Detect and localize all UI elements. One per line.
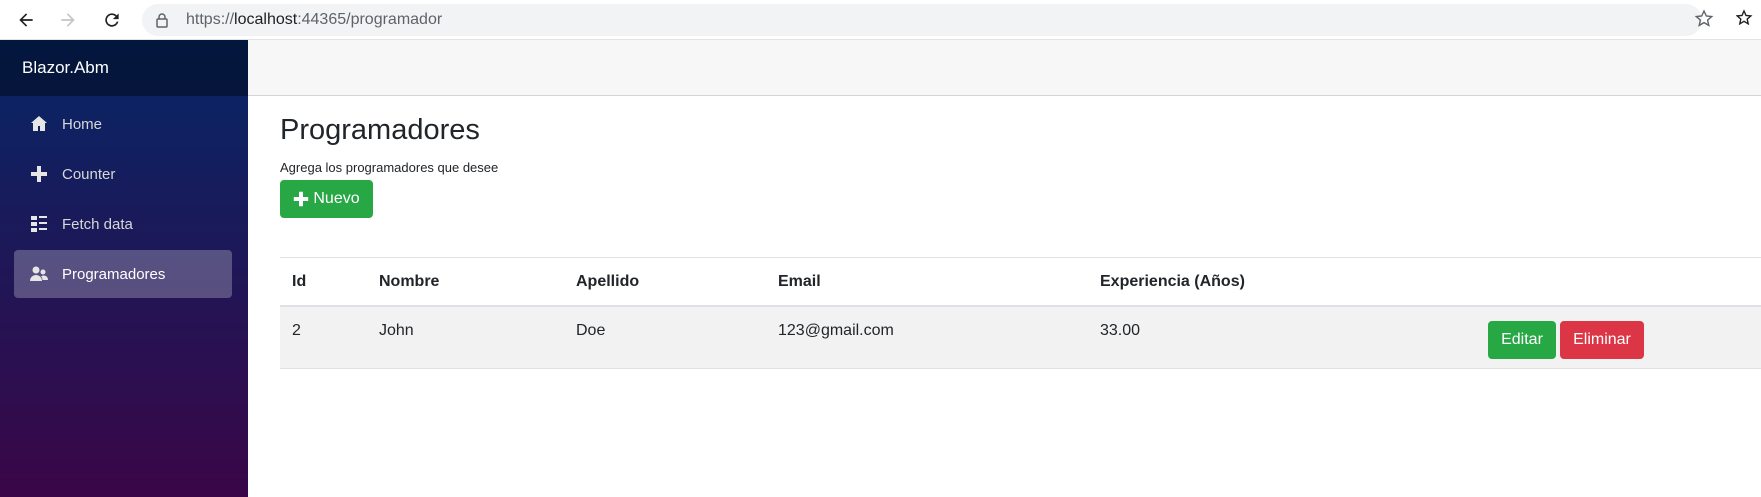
plus-icon (28, 163, 50, 185)
sidebar: Blazor.Abm Home Counter Fetch data Progr… (0, 40, 248, 497)
sidebar-item-fetch-data[interactable]: Fetch data (14, 200, 232, 248)
new-button[interactable]: Nuevo (280, 180, 373, 218)
column-header-experiencia: Experiencia (Años) (1100, 273, 1245, 290)
cell-apellido: Doe (576, 322, 606, 339)
cell-email: 123@gmail.com (778, 322, 894, 339)
reload-icon (105, 13, 119, 27)
plus-icon (294, 191, 309, 207)
lock-icon (156, 13, 168, 28)
brand-bar: Blazor.Abm (0, 40, 248, 96)
back-button[interactable] (14, 8, 38, 32)
sidebar-item-label: Fetch data (62, 215, 133, 233)
home-icon (28, 113, 50, 135)
edit-button[interactable]: Editar (1488, 321, 1556, 359)
delete-button[interactable]: Eliminar (1560, 321, 1644, 359)
cell-experiencia: 33.00 (1100, 322, 1141, 339)
sidebar-item-programadores[interactable]: Programadores (14, 250, 232, 298)
arrow-left-icon (19, 13, 33, 27)
reload-button[interactable] (100, 8, 124, 32)
table-row: 2 John Doe 123@gmail.com 33.00 Editar El… (280, 307, 1761, 369)
sidebar-item-label: Counter (62, 165, 116, 183)
page-title: Programadores (280, 114, 480, 146)
list-icon (28, 213, 50, 235)
sidebar-item-label: Programadores (62, 265, 166, 283)
column-header-email: Email (778, 273, 821, 290)
arrow-right-icon (61, 13, 75, 27)
top-row (248, 40, 1761, 96)
star-add-icon[interactable] (1694, 9, 1714, 29)
sidebar-item-counter[interactable]: Counter (14, 150, 232, 198)
column-header-id: Id (292, 273, 307, 290)
people-icon (28, 263, 50, 285)
sidebar-item-label: Home (62, 115, 103, 133)
url-text: https://localhost:44365/programador (186, 11, 443, 28)
sidebar-item-home[interactable]: Home (14, 100, 232, 148)
new-button-label: Nuevo (313, 190, 360, 207)
column-header-nombre: Nombre (379, 273, 440, 290)
address-bar[interactable]: https://localhost:44365/programador (142, 4, 1702, 36)
page-subtitle: Agrega los programadores que desee (280, 160, 499, 175)
favorites-icon[interactable] (1736, 9, 1756, 29)
forward-button[interactable] (56, 8, 80, 32)
brand-link[interactable]: Blazor.Abm (22, 58, 109, 78)
column-header-apellido: Apellido (576, 273, 640, 290)
table-header: Id Nombre Apellido Email Experiencia (Añ… (280, 257, 1761, 307)
cell-id: 2 (292, 322, 301, 339)
browser-toolbar: https://localhost:44365/programador (0, 0, 1761, 40)
cell-nombre: John (379, 322, 414, 339)
